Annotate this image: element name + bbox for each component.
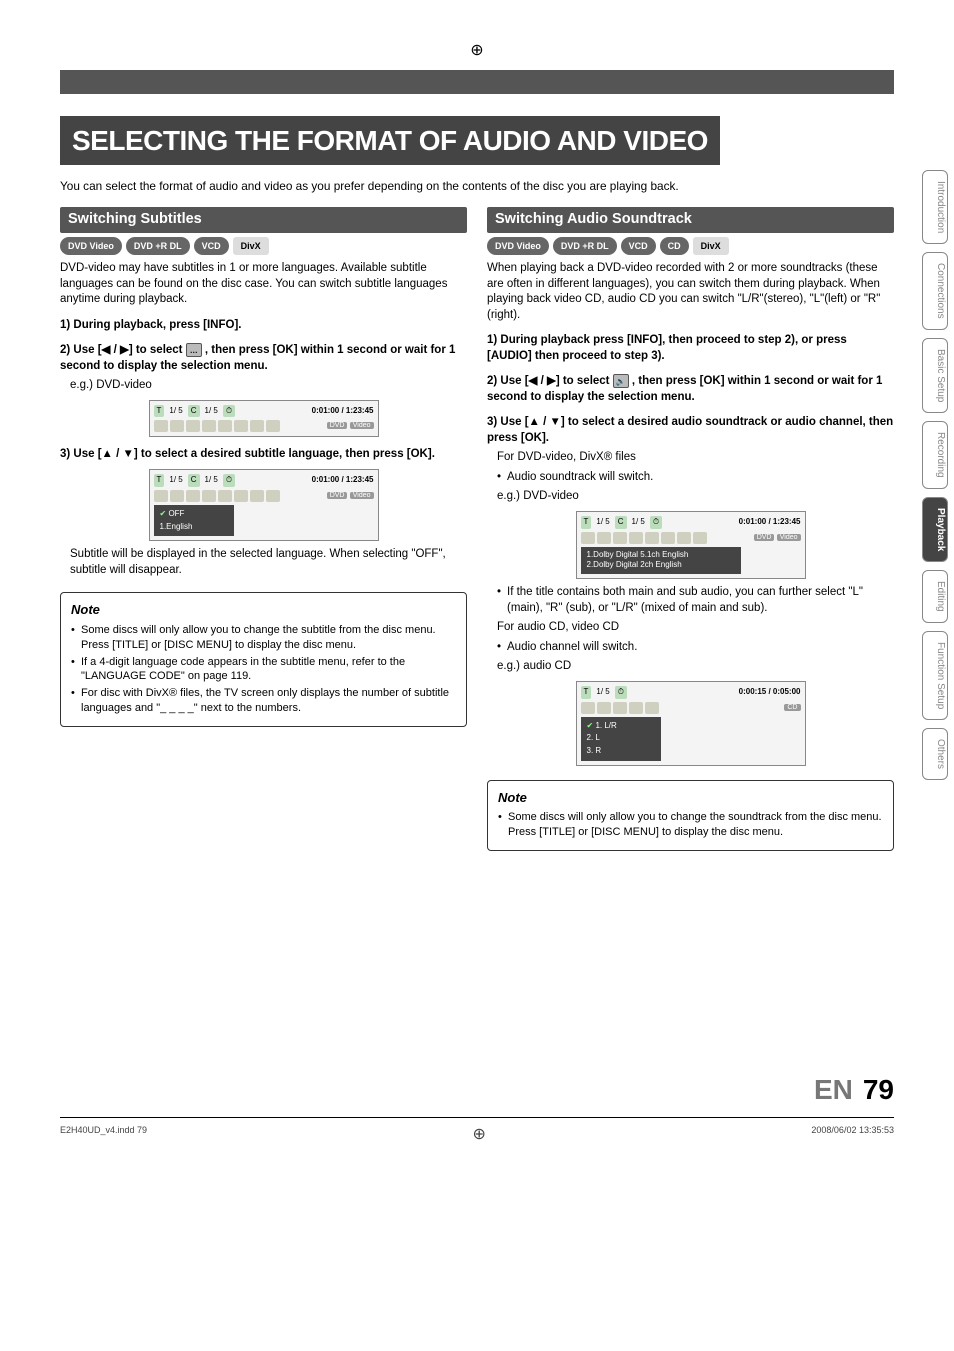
- side-tabs: Introduction Connections Basic Setup Rec…: [922, 170, 948, 780]
- right-note-1: Some discs will only allow you to change…: [498, 810, 883, 840]
- tab-connections[interactable]: Connections: [922, 252, 948, 330]
- intro-text: You can select the format of audio and v…: [60, 179, 894, 195]
- print-file: E2H40UD_v4.indd 79: [60, 1124, 147, 1154]
- disc-badges-right: DVD Video DVD +R DL VCD CD DivX: [487, 237, 894, 255]
- osd-subtitle-2: T 1/ 5 C 1/ 5 ⏱ 0:01:00 / 1:23:45 DVD Vi…: [149, 469, 379, 541]
- left-eg1: e.g.) DVD-video: [70, 378, 467, 394]
- page-title: SELECTING THE FORMAT OF AUDIO AND VIDEO: [60, 116, 720, 166]
- osd-audio-menu: 1.Dolby Digital 5.1ch English 2.Dolby Di…: [581, 547, 741, 575]
- osd-audio-2: T 1/ 5 ⏱ 0:00:15 / 0:05:00 CD 1. L/R 2. …: [576, 681, 806, 766]
- tab-function-setup[interactable]: Function Setup: [922, 631, 948, 720]
- subtitles-intro: DVD-video may have subtitles in 1 or mor…: [60, 261, 467, 308]
- osd-subtitle-menu: OFF 1.English: [154, 505, 234, 537]
- right-bullet2: Audio channel will switch.: [497, 640, 894, 656]
- right-step2: 2) Use [◀ / ▶] to select 🔊 , then press …: [487, 374, 894, 405]
- section-header-subtitles: Switching Subtitles: [60, 207, 467, 233]
- section-header-audio: Switching Audio Soundtrack: [487, 207, 894, 233]
- badge-vcd: VCD: [194, 237, 229, 255]
- right-for2: For audio CD, video CD: [497, 620, 894, 636]
- badge-divx-r: DivX: [693, 237, 729, 255]
- footer: EN 79: [60, 1071, 894, 1109]
- osd-subtitle-1: T 1/ 5 C 1/ 5 ⏱ 0:01:00 / 1:23:45 DVD Vi…: [149, 400, 379, 438]
- tab-introduction[interactable]: Introduction: [922, 170, 948, 244]
- left-after-osd: Subtitle will be displayed in the select…: [70, 547, 467, 578]
- right-for1: For DVD-video, DivX® files: [497, 450, 894, 466]
- left-note-1: Some discs will only allow you to change…: [71, 623, 456, 653]
- tab-recording[interactable]: Recording: [922, 421, 948, 489]
- right-bullet1: Audio soundtrack will switch.: [497, 470, 894, 486]
- badge-dvd-rdl-r: DVD +R DL: [553, 237, 617, 255]
- note-title: Note: [71, 601, 456, 619]
- left-column: Switching Subtitles DVD Video DVD +R DL …: [60, 207, 467, 851]
- badge-dvd-rdl: DVD +R DL: [126, 237, 190, 255]
- right-note-box: Note Some discs will only allow you to c…: [487, 780, 894, 851]
- badge-divx: DivX: [233, 237, 269, 255]
- disc-badges-left: DVD Video DVD +R DL VCD DivX: [60, 237, 467, 255]
- left-step3: 3) Use [▲ / ▼] to select a desired subti…: [60, 447, 467, 463]
- right-step1: 1) During playback press [INFO], then pr…: [487, 333, 894, 364]
- right-eg1: e.g.) DVD-video: [497, 489, 894, 505]
- right-step3: 3) Use [▲ / ▼] to select a desired audio…: [487, 415, 894, 446]
- badge-dvd-video-r: DVD Video: [487, 237, 549, 255]
- right-column: Switching Audio Soundtrack DVD Video DVD…: [487, 207, 894, 851]
- register-mark-bottom: ⊕: [473, 1124, 486, 1146]
- footer-lang: EN: [814, 1071, 853, 1109]
- header-stripe: [60, 70, 894, 94]
- badge-cd: CD: [660, 237, 689, 255]
- osd-audio-cd-menu: 1. L/R 2. L 3. R: [581, 717, 661, 761]
- badge-vcd-r: VCD: [621, 237, 656, 255]
- subtitle-icon: …: [186, 343, 202, 357]
- tab-others[interactable]: Others: [922, 728, 948, 780]
- left-note-box: Note Some discs will only allow you to c…: [60, 592, 467, 727]
- audio-intro: When playing back a DVD-video recorded w…: [487, 261, 894, 323]
- print-info: E2H40UD_v4.indd 79 ⊕ 2008/06/02 13:35:53: [60, 1124, 894, 1154]
- note-title-r: Note: [498, 789, 883, 807]
- print-date: 2008/06/02 13:35:53: [811, 1124, 894, 1154]
- left-note-2: If a 4-digit language code appears in th…: [71, 655, 456, 685]
- badge-dvd-video: DVD Video: [60, 237, 122, 255]
- audio-icon: 🔊: [613, 374, 629, 388]
- right-eg2: e.g.) audio CD: [497, 659, 894, 675]
- left-step2: 2) Use [◀ / ▶] to select … , then press …: [60, 343, 467, 374]
- left-step1: 1) During playback, press [INFO].: [60, 318, 467, 334]
- footer-page: 79: [863, 1071, 894, 1109]
- footer-rule: [60, 1117, 894, 1118]
- osd-audio-1: T 1/ 5 C 1/ 5 ⏱ 0:01:00 / 1:23:45 DVD Vi…: [576, 511, 806, 579]
- tab-playback[interactable]: Playback: [922, 497, 948, 562]
- tab-editing[interactable]: Editing: [922, 570, 948, 623]
- right-if-title: If the title contains both main and sub …: [497, 585, 894, 616]
- tab-basic-setup[interactable]: Basic Setup: [922, 338, 948, 413]
- left-note-3: For disc with DivX® files, the TV screen…: [71, 686, 456, 716]
- register-mark-top: ⊕: [60, 40, 894, 62]
